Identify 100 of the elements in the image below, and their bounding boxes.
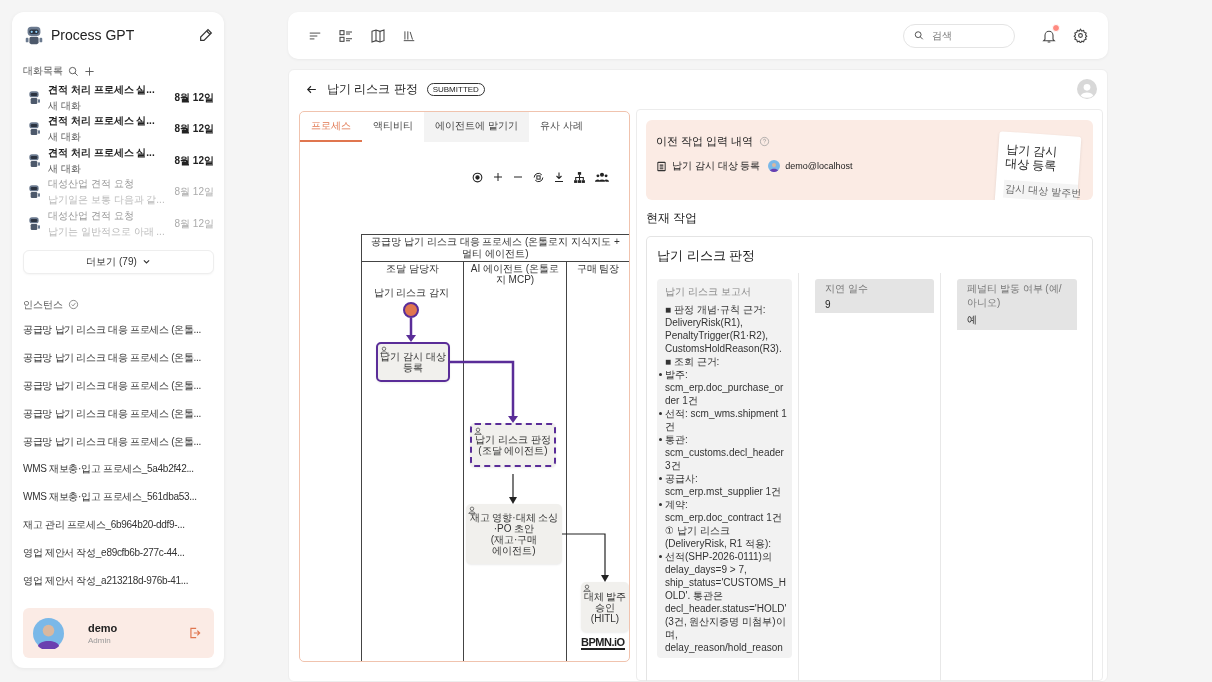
tab[interactable]: 에이전트에 맡기기 [424, 112, 529, 142]
download-icon[interactable] [553, 171, 565, 183]
task-label: 대체 발주 승인 (HITL) [582, 590, 628, 624]
more-button[interactable]: 더보기 (79) [23, 249, 214, 274]
chat-title: 대성산업 견적 요청 [48, 177, 135, 192]
chat-date: 8월 12일 [174, 185, 214, 200]
bpmn-logo[interactable]: BPMN.iO [581, 636, 625, 650]
zoom-in-icon[interactable] [492, 171, 504, 183]
instance-item[interactable]: 영업 제안서 작성_a213218d-976b-41... [23, 566, 214, 595]
task-title: 납기 리스크 판정 [327, 80, 418, 98]
rotate-icon[interactable] [532, 170, 545, 184]
chat-date: 8월 12일 [174, 153, 214, 168]
add-icon[interactable] [84, 65, 95, 77]
chat-item[interactable]: 견적 처리 프로세스 실... 새 대화 8월 12일 [23, 82, 214, 114]
search-icon[interactable] [68, 65, 79, 77]
logout-icon[interactable] [188, 626, 202, 640]
tab[interactable]: 액티비티 [362, 112, 424, 142]
chat-preview: 납기일은 보통 다음과 같... [48, 193, 166, 208]
avatar-icon [768, 160, 781, 172]
instance-item[interactable]: 공급망 납기 리스크 대응 프로세스 (온톨... [23, 427, 214, 456]
chat-title: 대성산업 견적 요청 [48, 208, 135, 223]
report-line: ■ 조회 근거: [665, 355, 721, 368]
tab[interactable]: 유사 사례 [528, 112, 594, 142]
document-icon [656, 160, 667, 172]
chat-preview: 새 대화 [48, 98, 82, 113]
field-label: 페널티 발동 여부 (예/아니오) [967, 282, 1063, 310]
report-line: 선적: scm_wms.shipment 1건 [665, 407, 787, 433]
app-title: Process GPT [51, 27, 136, 43]
chat-date: 8월 12일 [174, 90, 214, 105]
user-role: Admin [88, 635, 112, 645]
chat-title: 견적 처리 프로세스 실... [48, 114, 156, 129]
hierarchy-icon[interactable] [573, 170, 586, 184]
bullet-dot [659, 555, 662, 558]
section-heading: 이전 작업 입력 내역 [656, 134, 754, 149]
report-line: 계약: scm_erp.doc_contract 1건 [665, 498, 783, 524]
instance-item[interactable]: 영업 제안서 작성_e89cfb6b-277c-44... [23, 538, 214, 567]
instance-item[interactable]: 공급망 납기 리스크 대응 프로세스 (온톨... [23, 316, 214, 345]
bullet-dot [659, 412, 662, 415]
checklist-icon[interactable] [338, 27, 354, 44]
user-icon [474, 427, 482, 435]
user-icon [468, 506, 476, 514]
field-label: 지연 일수 [825, 282, 869, 296]
chat-preview: 새 대화 [48, 161, 82, 176]
field-value: 예 [967, 313, 978, 327]
user-icon [583, 584, 591, 592]
instance-item[interactable]: WMS 재보충·입고 프로세스_5a4b2f42... [23, 455, 214, 484]
task-label: 재고 영향·대체 소싱·PO 초안 (재고·구매 에이전트) [468, 512, 560, 556]
instance-item[interactable]: 재고 관리 프로세스_6b964b20-ddf9-... [23, 511, 214, 539]
instance-item[interactable]: 공급망 납기 리스크 대응 프로세스 (온톨... [23, 399, 214, 428]
task-label: 납기 리스크 판정 (조달 에이전트) [474, 434, 552, 456]
report-field[interactable] [657, 279, 792, 658]
robot-icon [26, 214, 42, 233]
bullet-dot [659, 373, 662, 376]
form-preview-card[interactable]: 납기 감시 대상 등록 감시 대상 발주번 [994, 131, 1082, 200]
report-line: 발주: scm_erp.doc_purchase_order 1건 [665, 368, 785, 407]
bullet-dot [659, 477, 662, 480]
report-line: 공급사: scm_erp.mst_supplier 1건 [665, 472, 783, 498]
chat-item[interactable]: 견적 처리 프로세스 실... 새 대화 8월 12일 [23, 145, 214, 177]
field-label: 납기 리스크 보고서 [665, 285, 752, 299]
robot-icon [26, 151, 42, 170]
lane-title: 조달 담당자 [385, 262, 440, 275]
search-input[interactable]: 검색 [930, 29, 1004, 42]
input-field[interactable]: 페널티 발동 여부 (예/아니오) 예 [957, 279, 1077, 330]
avatar-icon [33, 617, 64, 649]
map-icon[interactable] [370, 27, 386, 44]
report-line: ① 납기 리스크(DeliveryRisk, R1 적용): [665, 524, 773, 550]
input-field[interactable]: 지연 일수 9 [815, 279, 934, 313]
people-icon[interactable] [594, 170, 610, 184]
chat-item[interactable]: 견적 처리 프로세스 실... 새 대화 8월 12일 [23, 113, 214, 145]
chat-title: 견적 처리 프로세스 실... [48, 145, 156, 160]
chat-date: 8월 12일 [174, 122, 214, 137]
activity-name: 납기 감시 대상 등록 [672, 159, 761, 173]
user-icon [380, 346, 388, 354]
target-icon[interactable] [471, 170, 484, 184]
report-line: 선적(SHP-2026-0111)의 delay_days=9 > 7, ship_status='CUSTOMS_HOLD'. 통관은 decl_header.status='HOLD'(3건, 원산지증명 미첨부)이며, delay_reason/hold_reason [665, 550, 787, 654]
preview-field: 감시 대상 발주번 [1003, 179, 1079, 200]
check-circle-icon [68, 299, 79, 310]
instance-item[interactable]: WMS 재보충·입고 프로세스_561dba53... [23, 483, 214, 512]
preview-title: 납기 감시 대상 등록 [1004, 141, 1060, 175]
pool-title: 공급망 납기 리스크 대응 프로세스 (온톨로지 지식지도 + 멀티 에이전트) [362, 235, 629, 262]
chat-preview: 새 대화 [48, 130, 82, 145]
event-label: 납기 리스크 감지 [372, 286, 451, 300]
form-title: 납기 리스크 판정 [657, 247, 757, 265]
task-label: 납기 감시 대상 등록 [379, 351, 447, 373]
bullet-dot [659, 503, 662, 506]
lane-title: 구매 팀장 [575, 262, 621, 275]
edit-icon[interactable] [198, 27, 214, 43]
section-heading: 대화목록 [23, 64, 63, 78]
field-value: 9 [825, 299, 832, 310]
report-line: ■ 판정 개념·규칙 근거: DeliveryRisk(R1), PenaltyTrigger(R1·R2), CustomsHoldReason(R3). [665, 303, 783, 355]
lane-title: AI 에이전트 (온톨로지 MCP) [469, 262, 561, 286]
instance-item[interactable]: 공급망 납기 리스크 대응 프로세스 (온톨... [23, 372, 214, 400]
chat-preview: 납기는 일반적으로 아래 ... [48, 224, 166, 239]
section-heading: 현재 작업 [646, 210, 699, 227]
section-heading: 인스턴스 [23, 297, 63, 312]
instance-item[interactable]: 공급망 납기 리스크 대응 프로세스 (온톨... [23, 344, 214, 373]
library-icon[interactable] [402, 28, 416, 43]
chat-date: 8월 12일 [174, 216, 214, 231]
settings-icon[interactable] [1073, 28, 1088, 43]
report-line: 통관: scm_customs.decl_header 3건 [665, 433, 785, 472]
